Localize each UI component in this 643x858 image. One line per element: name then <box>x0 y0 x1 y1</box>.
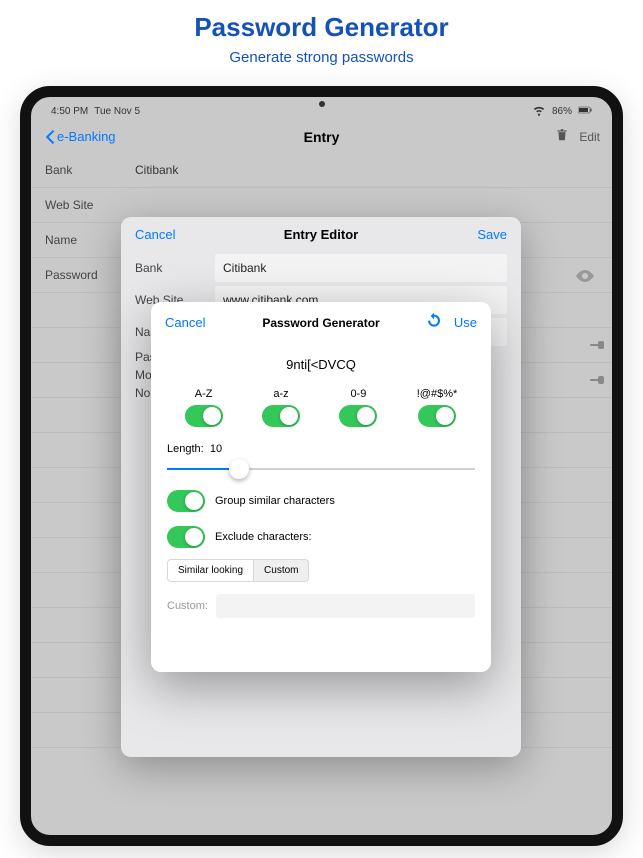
use-button[interactable]: Use <box>454 315 477 330</box>
key-icon[interactable] <box>590 379 600 381</box>
field-label: Web Site <box>45 198 135 212</box>
edit-button[interactable]: Edit <box>579 130 600 144</box>
page-title: Entry <box>304 129 340 145</box>
cancel-button[interactable]: Cancel <box>165 315 205 330</box>
key-icon[interactable] <box>590 344 600 346</box>
password-generator-modal: Cancel Password Generator Use 9nti[<DVCQ… <box>151 302 491 672</box>
wifi-icon <box>532 103 546 120</box>
length-label: Length: <box>167 443 204 455</box>
entry-row: Bank Citibank <box>31 153 612 188</box>
segment-similar[interactable]: Similar looking <box>167 559 254 582</box>
toggle-lowercase[interactable] <box>262 405 300 427</box>
opt-symbols-label: !@#$%* <box>417 388 458 400</box>
trash-icon[interactable] <box>555 128 569 145</box>
back-label: e-Banking <box>57 129 116 144</box>
custom-label: Custom: <box>167 600 208 612</box>
modal-title: Password Generator <box>262 316 379 330</box>
nav-bar: e-Banking Entry Edit <box>31 122 612 151</box>
save-button[interactable]: Save <box>477 227 507 242</box>
bank-input[interactable] <box>215 254 507 282</box>
promo-title: Password Generator <box>0 12 643 43</box>
length-value: 10 <box>210 443 222 455</box>
status-battery: 86% <box>552 106 572 117</box>
opt-digits-label: 0-9 <box>350 388 366 400</box>
refresh-icon[interactable] <box>426 312 442 333</box>
cancel-button[interactable]: Cancel <box>135 227 175 242</box>
opt-upper-label: A-Z <box>195 388 213 400</box>
promo-subtitle: Generate strong passwords <box>0 49 643 66</box>
toggle-digits[interactable] <box>339 405 377 427</box>
field-value: Citibank <box>135 163 598 177</box>
eye-icon[interactable] <box>576 269 594 287</box>
toggle-symbols[interactable] <box>418 405 456 427</box>
exclude-segmented: Similar looking Custom <box>167 559 475 582</box>
modal-title: Entry Editor <box>284 227 358 242</box>
field-label: Bank <box>45 163 135 177</box>
length-slider[interactable] <box>167 459 475 479</box>
opt-lower-label: a-z <box>273 388 288 400</box>
field-label: Bank <box>135 261 215 275</box>
segment-custom[interactable]: Custom <box>254 559 309 582</box>
status-date: Tue Nov 5 <box>94 106 140 117</box>
toggle-uppercase[interactable] <box>185 405 223 427</box>
camera-dot <box>319 101 325 107</box>
battery-icon <box>578 103 592 120</box>
toggle-group-similar[interactable] <box>167 490 205 512</box>
back-button[interactable]: e-Banking <box>43 129 116 144</box>
toggle-exclude[interactable] <box>167 526 205 548</box>
custom-exclude-input[interactable] <box>216 594 475 618</box>
status-time: 4:50 PM <box>51 106 88 117</box>
device-frame: 4:50 PM Tue Nov 5 86% e-Banking Entry Ed… <box>20 86 623 846</box>
generated-password: 9nti[<DVCQ <box>151 343 491 388</box>
exclude-label: Exclude characters: <box>215 531 312 543</box>
group-similar-label: Group similar characters <box>215 495 335 507</box>
